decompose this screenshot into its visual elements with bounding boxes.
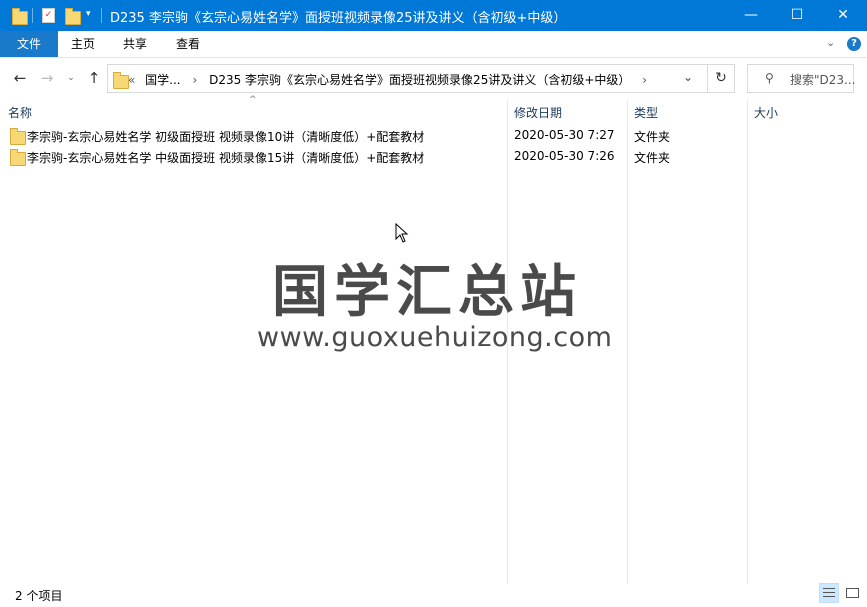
ribbon: 文件 主页 共享 查看 ⌄ ? <box>0 31 867 58</box>
back-arrow-icon[interactable]: ← <box>11 68 29 88</box>
tab-file[interactable]: 文件 <box>0 31 58 57</box>
forward-arrow-icon[interactable]: → <box>38 68 56 88</box>
tab-view[interactable]: 查看 <box>163 31 213 57</box>
breadcrumb-separator[interactable]: › <box>642 73 647 87</box>
column-header-type[interactable]: 类型 <box>634 104 658 121</box>
breadcrumb-separator[interactable]: › <box>192 73 197 87</box>
folder-icon <box>10 149 26 166</box>
tab-share[interactable]: 共享 <box>110 31 160 57</box>
maximize-button[interactable]: ☐ <box>774 0 820 31</box>
large-icons-view-icon[interactable] <box>842 583 862 603</box>
window-title: D235 李宗驹《玄宗心易姓名学》面授班视频录像25讲及讲义（含初级+中级） <box>110 11 567 26</box>
file-name[interactable]: 李宗驹-玄宗心易姓名学 中级面授班 视频录像15讲（清晰度低）+配套教材 <box>27 149 424 166</box>
folder-icon <box>10 128 26 145</box>
column-divider <box>627 100 628 584</box>
address-bar[interactable]: « 国学... › D235 李宗驹《玄宗心易姓名学》面授班视频录像25讲及讲义… <box>107 64 708 93</box>
address-folder-icon <box>113 72 129 89</box>
qa-divider <box>32 8 33 23</box>
watermark-title: 国学汇总站 <box>272 260 582 325</box>
up-arrow-icon[interactable]: ↑ <box>85 68 103 88</box>
column-header-size[interactable]: 大小 <box>754 104 778 121</box>
search-icon: ⚲ <box>765 71 774 85</box>
mouse-cursor-icon <box>395 223 409 243</box>
breadcrumb-overflow[interactable]: « <box>128 73 135 87</box>
close-button[interactable]: ✕ <box>820 0 866 31</box>
search-placeholder: 搜索"D23... <box>790 73 856 87</box>
file-name[interactable]: 李宗驹-玄宗心易姓名学 初级面授班 视频录像10讲（清晰度低）+配套教材 <box>27 128 424 145</box>
folder-icon <box>12 8 28 25</box>
breadcrumb-item-root[interactable]: 国学... <box>145 73 180 87</box>
new-folder-icon[interactable] <box>65 8 81 25</box>
file-type: 文件夹 <box>634 151 671 165</box>
file-modified: 2020-05-30 7:27 <box>514 128 615 142</box>
details-view-icon[interactable] <box>819 583 839 603</box>
customize-qa-icon[interactable]: ▾ <box>86 9 91 19</box>
help-icon[interactable]: ? <box>847 37 861 51</box>
title-bar: ✓ ▾ D235 李宗驹《玄宗心易姓名学》面授班视频录像25讲及讲义（含初级+中… <box>0 0 867 31</box>
chevron-down-icon[interactable]: ⌄ <box>826 36 835 49</box>
properties-icon[interactable]: ✓ <box>42 8 55 23</box>
recent-chevron-icon[interactable]: ⌄ <box>62 68 80 88</box>
refresh-button[interactable]: ↻ <box>707 64 735 93</box>
address-dropdown-icon[interactable]: ⌄ <box>683 70 693 84</box>
list-item[interactable]: 李宗驹-玄宗心易姓名学 中级面授班 视频录像15讲（清晰度低）+配套教材 <box>8 147 508 167</box>
minimize-button[interactable]: — <box>728 0 774 31</box>
column-header-modified[interactable]: 修改日期 <box>514 104 562 121</box>
search-input[interactable]: ⚲ 搜索"D23... <box>747 64 856 93</box>
file-type: 文件夹 <box>634 130 671 144</box>
breadcrumb-item-current[interactable]: D235 李宗驹《玄宗心易姓名学》面授班视频录像25讲及讲义（含初级+中级） <box>209 73 630 87</box>
column-divider <box>747 100 748 584</box>
breadcrumb: « 国学... › D235 李宗驹《玄宗心易姓名学》面授班视频录像25讲及讲义… <box>128 71 647 88</box>
file-modified: 2020-05-30 7:26 <box>514 149 615 163</box>
sort-arrow-icon: ^ <box>249 95 257 105</box>
watermark-url: www.guoxuehuizong.com <box>257 322 613 353</box>
status-item-count: 2 个项目 <box>15 589 63 603</box>
qa-divider-2 <box>101 8 102 23</box>
address-row: ← → ⌄ ↑ « 国学... › D235 李宗驹《玄宗心易姓名学》面授班视频… <box>0 58 867 98</box>
column-header-name[interactable]: 名称 <box>8 104 32 121</box>
list-item[interactable]: 李宗驹-玄宗心易姓名学 初级面授班 视频录像10讲（清晰度低）+配套教材 <box>8 126 508 146</box>
tab-home[interactable]: 主页 <box>58 31 108 57</box>
